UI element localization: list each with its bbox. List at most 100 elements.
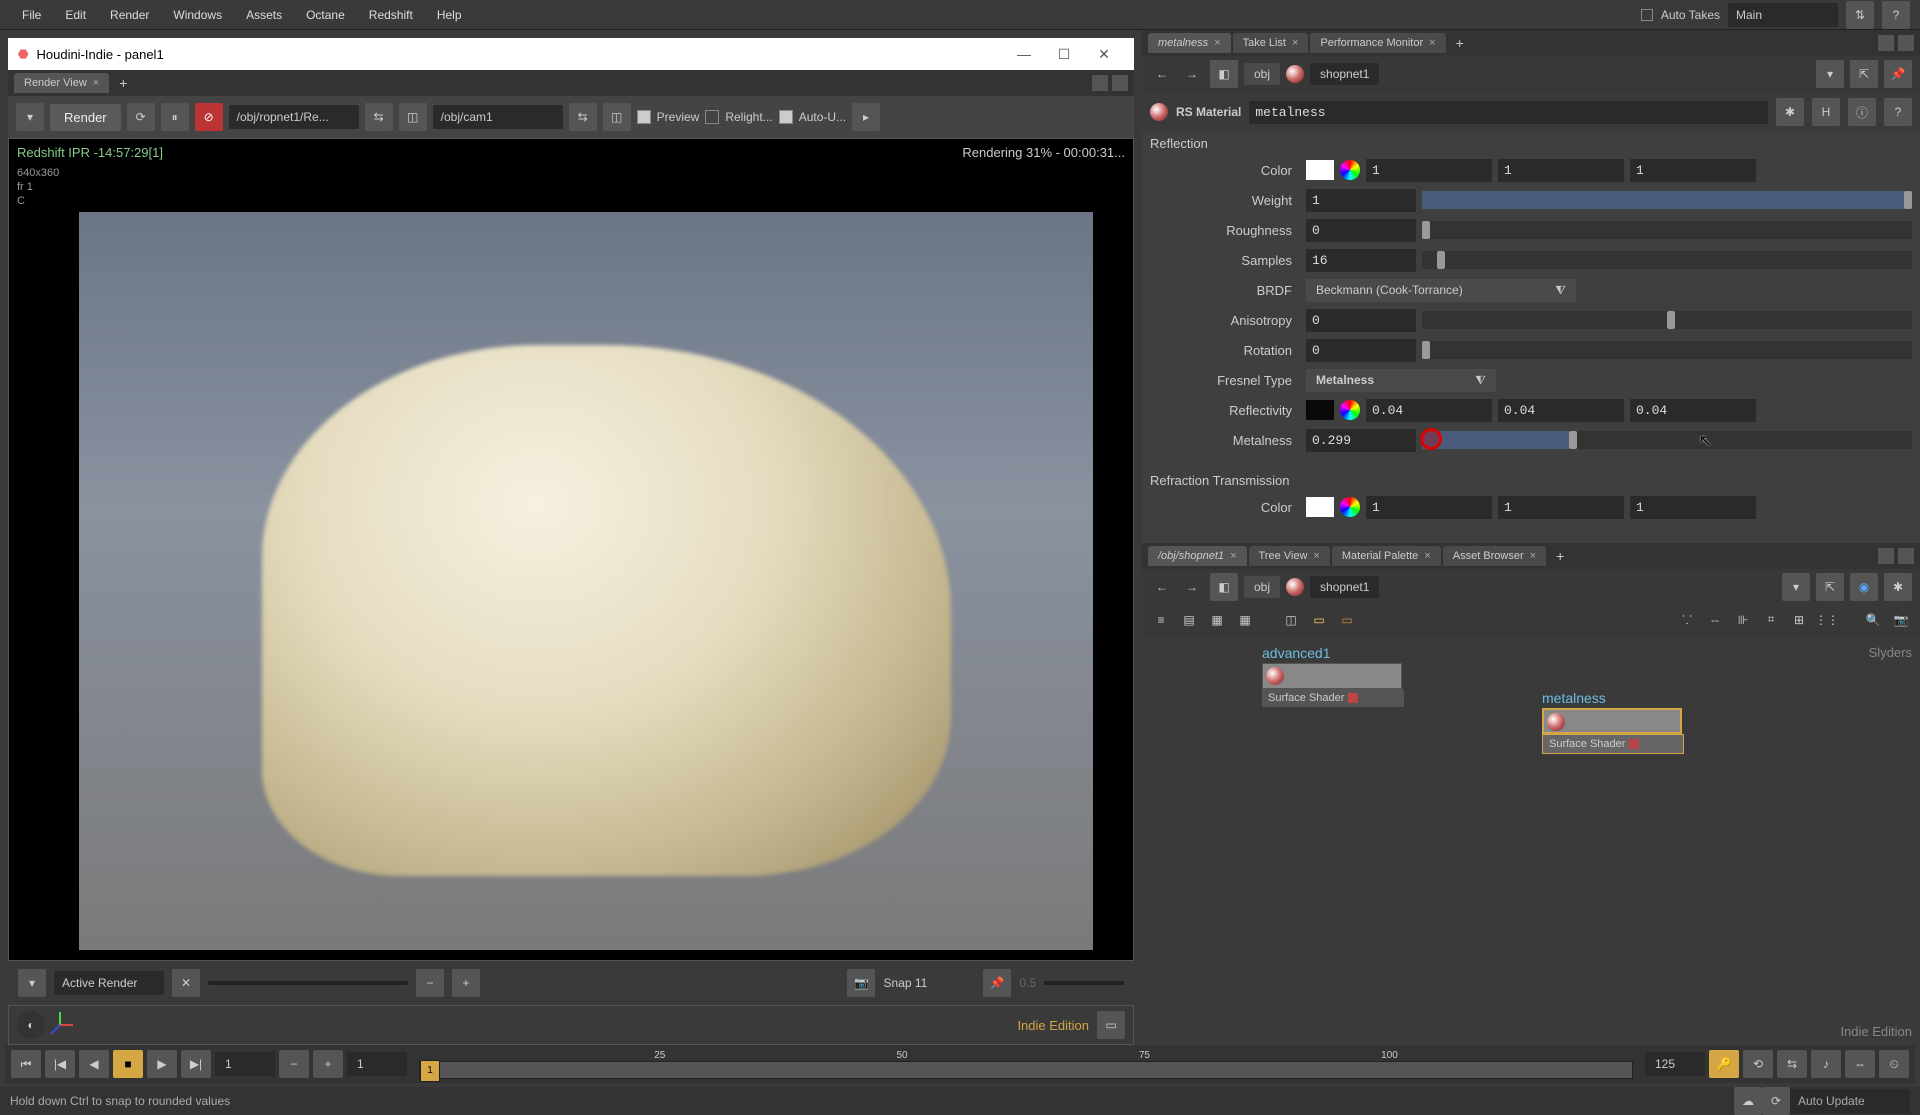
record-icon[interactable]: ◉: [1850, 573, 1878, 601]
tab-performance-monitor[interactable]: Performance Monitor×: [1310, 33, 1445, 53]
frame-current-input[interactable]: 1: [347, 1052, 407, 1076]
light-icon[interactable]: ◐: [17, 1011, 45, 1039]
info-icon[interactable]: ⓘ: [1848, 98, 1876, 126]
refr-color-swatch[interactable]: [1306, 497, 1334, 517]
play-forward-icon[interactable]: ▶: [147, 1050, 177, 1078]
aniso-input[interactable]: 0: [1306, 309, 1416, 332]
menu-windows[interactable]: Windows: [161, 3, 234, 27]
color-picker-icon[interactable]: [1340, 160, 1360, 180]
auto-update-checkbox[interactable]: ✓: [779, 110, 793, 124]
back-icon[interactable]: ←: [1150, 62, 1174, 86]
refr-r-input[interactable]: 1: [1366, 496, 1492, 519]
maximize-pane-icon[interactable]: [1878, 35, 1894, 51]
breadcrumb-obj[interactable]: obj: [1244, 63, 1280, 85]
maximize-pane-icon[interactable]: [1878, 548, 1894, 564]
sticky-icon[interactable]: ▭: [1308, 609, 1330, 631]
grid-color-icon[interactable]: ▦: [1234, 609, 1256, 631]
rotation-input[interactable]: 0: [1306, 339, 1416, 362]
step-back-icon[interactable]: |◀: [45, 1050, 75, 1078]
scene-view-strip[interactable]: ◐ Indie Edition ▭: [8, 1005, 1134, 1045]
zoom-in-icon[interactable]: +: [452, 969, 480, 997]
inc-frame-icon[interactable]: +: [313, 1050, 343, 1078]
gear-icon[interactable]: ✱: [1776, 98, 1804, 126]
weight-slider[interactable]: [1422, 191, 1912, 209]
add-tab-button[interactable]: +: [111, 73, 135, 93]
auto-update-dropdown[interactable]: Auto Update: [1790, 1089, 1910, 1113]
metalness-input[interactable]: 0.299: [1306, 429, 1416, 452]
list-icon[interactable]: ≡: [1150, 609, 1172, 631]
axis-gizmo-icon[interactable]: [45, 1010, 75, 1040]
render-viewport[interactable]: Redshift IPR -14:57:29[1] Rendering 31% …: [8, 138, 1134, 961]
color-b-input[interactable]: 1: [1630, 159, 1756, 182]
snap-grid-icon[interactable]: ⊞: [1788, 609, 1810, 631]
breadcrumb-dropdown-icon[interactable]: ▾: [1816, 60, 1844, 88]
menu-octane[interactable]: Octane: [294, 3, 357, 27]
snapshot-icon[interactable]: 📷: [847, 969, 875, 997]
samples-slider[interactable]: [1422, 251, 1912, 269]
timeline[interactable]: 25 50 75 100 1: [419, 1050, 1633, 1079]
close-icon[interactable]: ×: [1530, 550, 1536, 562]
metalness-slider[interactable]: [1422, 431, 1912, 449]
pin-icon[interactable]: ◧: [1210, 60, 1238, 88]
cloud-icon[interactable]: ☁: [1734, 1087, 1762, 1115]
zoom-out-icon[interactable]: −: [416, 969, 444, 997]
refr-g-input[interactable]: 1: [1498, 496, 1624, 519]
output-port-icon[interactable]: [1629, 739, 1639, 749]
forward-icon[interactable]: →: [1180, 62, 1204, 86]
breadcrumb-shopnet[interactable]: shopnet1: [1310, 63, 1379, 85]
close-icon[interactable]: ×: [1292, 37, 1298, 49]
close-icon[interactable]: ×: [1214, 37, 1220, 49]
reflectivity-swatch[interactable]: [1306, 400, 1334, 420]
menu-file[interactable]: File: [10, 3, 53, 27]
tab-asset-browser[interactable]: Asset Browser×: [1443, 546, 1546, 566]
refl-r-input[interactable]: 0.04: [1366, 399, 1492, 422]
stop-icon[interactable]: ■: [113, 1050, 143, 1078]
frame-end-input[interactable]: 125: [1645, 1052, 1705, 1076]
help-icon[interactable]: ?: [1882, 1, 1910, 29]
color-picker-icon[interactable]: [1340, 400, 1360, 420]
node-advanced1[interactable]: advanced1 Surface Shader: [1262, 645, 1404, 707]
script-h-icon[interactable]: H: [1812, 98, 1840, 126]
tab-render-view[interactable]: Render View ×: [14, 73, 109, 93]
refr-b-input[interactable]: 1: [1630, 496, 1756, 519]
gear-icon[interactable]: ✱: [1884, 573, 1912, 601]
close-icon[interactable]: ×: [1230, 550, 1236, 562]
camera-icon[interactable]: 📷: [1890, 609, 1912, 631]
audio-icon[interactable]: ♪: [1811, 1050, 1841, 1078]
goto-start-icon[interactable]: ⏮: [11, 1050, 41, 1078]
color-r-input[interactable]: 1: [1366, 159, 1492, 182]
updown-icon[interactable]: ⇅: [1846, 1, 1874, 29]
active-render-dropdown[interactable]: Active Render: [54, 971, 164, 995]
forward-icon[interactable]: →: [1180, 575, 1204, 599]
range-icon[interactable]: ⇔: [1845, 1050, 1875, 1078]
material-name-input[interactable]: metalness: [1249, 101, 1768, 124]
table-icon[interactable]: ▦: [1206, 609, 1228, 631]
history-menu-icon[interactable]: ▾: [18, 969, 46, 997]
node-metalness[interactable]: metalness Surface Shader: [1542, 690, 1684, 754]
netbox-icon[interactable]: ▭: [1336, 609, 1358, 631]
render-button[interactable]: Render: [50, 104, 121, 131]
key-icon[interactable]: 🔑: [1709, 1050, 1739, 1078]
align-icon[interactable]: ⊪: [1732, 609, 1754, 631]
add-tab-button[interactable]: +: [1548, 546, 1572, 566]
menu-redshift[interactable]: Redshift: [357, 3, 425, 27]
color-picker-icon[interactable]: [1340, 497, 1360, 517]
close-icon[interactable]: ×: [1313, 550, 1319, 562]
menu-render[interactable]: Render: [98, 3, 161, 27]
color-g-input[interactable]: 1: [1498, 159, 1624, 182]
menu-edit[interactable]: Edit: [53, 3, 98, 27]
global-options-icon[interactable]: ⏲: [1879, 1050, 1909, 1078]
menu-help[interactable]: Help: [425, 3, 474, 27]
tab-take-list[interactable]: Take List×: [1233, 33, 1309, 53]
fresnel-dropdown[interactable]: Metalness⧨: [1306, 369, 1496, 392]
pane-menu-icon[interactable]: [1898, 548, 1914, 564]
jump-out-icon[interactable]: ⇱: [1816, 573, 1844, 601]
auto-takes-checkbox[interactable]: [1641, 9, 1653, 21]
search-icon[interactable]: 🔍: [1862, 609, 1884, 631]
rop-jump-icon[interactable]: ⇆: [365, 103, 393, 131]
close-icon[interactable]: ×: [1429, 37, 1435, 49]
scene-options-icon[interactable]: ▭: [1097, 1011, 1125, 1039]
wire-dash-icon[interactable]: --: [1704, 609, 1726, 631]
pane-menu-icon[interactable]: [1898, 35, 1914, 51]
step-forward-icon[interactable]: ▶|: [181, 1050, 211, 1078]
